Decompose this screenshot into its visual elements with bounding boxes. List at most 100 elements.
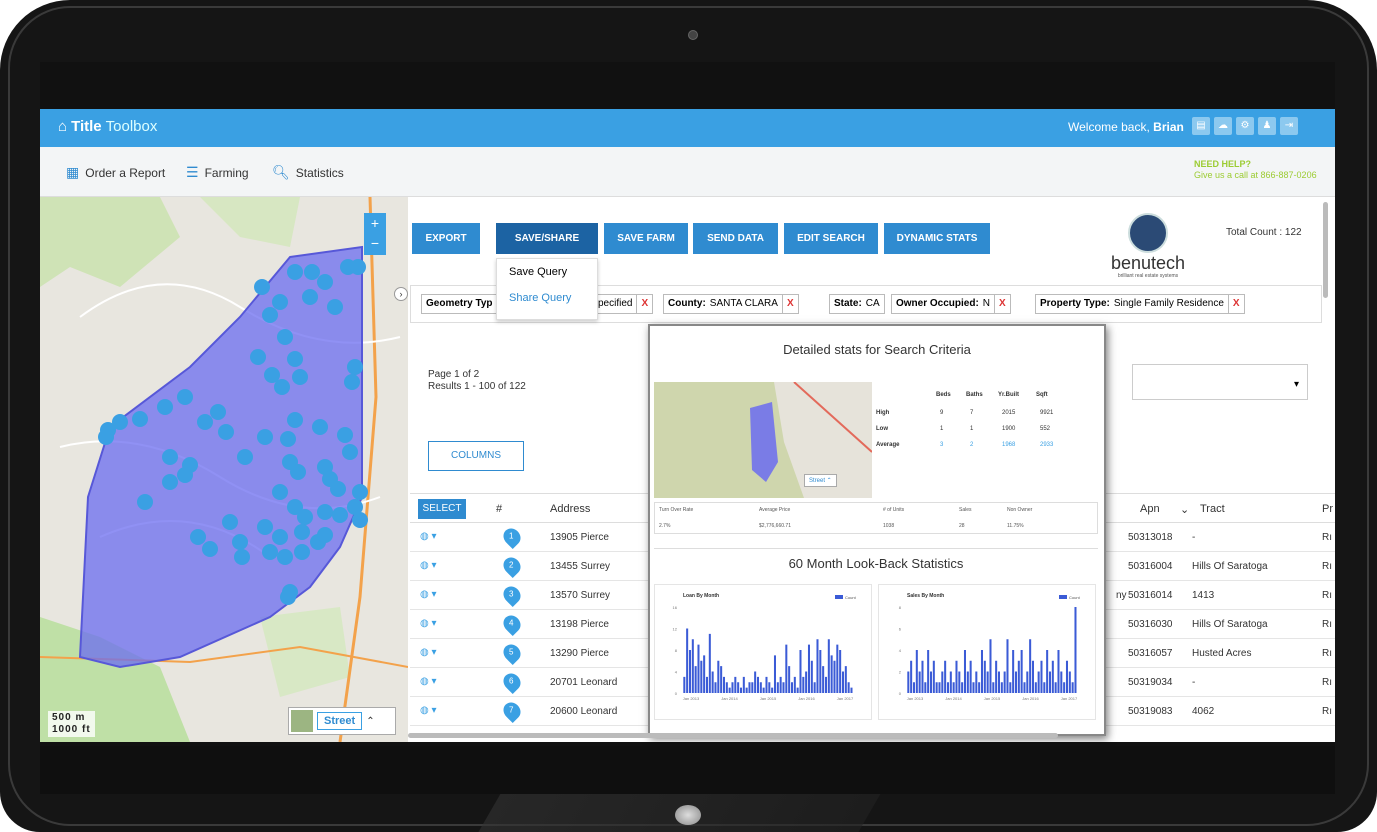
sort-icon[interactable]: ⌄ (1180, 503, 1189, 516)
chart-bar (725, 682, 728, 693)
chart-bar (1029, 639, 1032, 693)
y-tick-label: 4 (675, 670, 678, 675)
col-tract[interactable]: Tract (1200, 503, 1225, 515)
street-label[interactable]: Street (317, 712, 363, 730)
collapse-map-icon[interactable]: › (394, 287, 408, 301)
dynamic-stats-button[interactable]: DYNAMIC STATS (884, 223, 990, 254)
chart-bar (929, 671, 932, 693)
share-query-item[interactable]: Share Query (497, 285, 597, 311)
remove-filter-icon[interactable]: X (1227, 295, 1240, 313)
minimap-street-switch[interactable]: Street ⌃ (804, 474, 837, 487)
stats-row-label: Low (876, 426, 888, 432)
row-number: 3 (509, 589, 514, 599)
zoom-out-button[interactable]: − (364, 233, 386, 253)
map-canvas[interactable] (40, 197, 408, 742)
map-pin-icon[interactable]: 4 (499, 611, 525, 637)
map-pin-icon[interactable]: 1 (499, 524, 525, 550)
col-apn[interactable]: Apn (1140, 503, 1160, 515)
chevron-up-icon[interactable]: ⌃ (366, 716, 374, 727)
nav-order-report[interactable]: ▦ Order a Report (66, 164, 165, 181)
columns-button[interactable]: COLUMNS (428, 441, 524, 471)
cell-tract: 1413 (1192, 590, 1215, 601)
vertical-scrollbar[interactable] (1323, 202, 1328, 298)
col-number[interactable]: # (496, 503, 502, 515)
help-title: NEED HELP? (1194, 159, 1252, 169)
cell-address: 20600 Leonard (550, 706, 618, 717)
chart-bar (799, 650, 802, 693)
chart-bar (833, 660, 836, 693)
cell-tract: Hills Of Saratoga (1192, 561, 1268, 572)
nav-statistics[interactable]: 🔍︎ Statistics (272, 164, 344, 181)
cell-property: Rı (1322, 532, 1332, 543)
row-globe-icon[interactable]: ◍ ▾ (420, 531, 437, 542)
stats-value: 1 (940, 426, 944, 432)
save-query-item[interactable]: Save Query (497, 259, 597, 285)
zoom-control[interactable]: + − (364, 213, 386, 255)
chart-bar (938, 682, 941, 693)
remove-filter-icon[interactable]: X (994, 295, 1006, 313)
chart-bar (997, 671, 1000, 693)
remove-filter-icon[interactable]: X (781, 295, 794, 313)
chart-bar (1065, 660, 1068, 693)
filter-label: Owner Occupied: (896, 298, 979, 309)
cloud-icon[interactable]: ☁ (1214, 117, 1232, 135)
basemap-switcher[interactable]: Street ⌃ (288, 707, 396, 735)
nav-farming[interactable]: ☰ Farming (186, 164, 249, 181)
map-pin-icon[interactable]: 7 (499, 698, 525, 724)
chart-bar (700, 660, 703, 693)
row-globe-icon[interactable]: ◍ ▾ (420, 705, 437, 716)
row-globe-icon[interactable]: ◍ ▾ (420, 618, 437, 629)
document-icon[interactable]: ▤ (1192, 117, 1210, 135)
cell-property: Rı (1322, 619, 1332, 630)
chart-bar (836, 644, 839, 693)
pagination-info: Page 1 of 2 Results 1 - 100 of 122 (428, 369, 526, 393)
row-globe-icon[interactable]: ◍ ▾ (420, 560, 437, 571)
help-text: Give us a call at 866-887-0206 (1194, 170, 1317, 180)
gear-icon[interactable]: ⚙ (1236, 117, 1254, 135)
map-pin-icon[interactable]: 2 (499, 553, 525, 579)
chart-bar (759, 682, 762, 693)
cell-address: 13198 Pierce (550, 619, 609, 630)
chart-bar (1000, 682, 1003, 693)
row-globe-icon[interactable]: ◍ ▾ (420, 589, 437, 600)
col-property[interactable]: Pr (1322, 503, 1333, 515)
stats-header: Beds (936, 392, 951, 398)
minimap-canvas (654, 382, 872, 498)
scale-feet: 1000 ft (52, 724, 91, 735)
edit-search-button[interactable]: EDIT SEARCH (784, 223, 878, 254)
chart-bar (765, 676, 768, 693)
dropdown-select[interactable]: ▾ (1132, 364, 1308, 400)
select-dropdown-button[interactable]: SELECT (418, 499, 466, 519)
user-icon[interactable]: ♟ (1258, 117, 1276, 135)
chart-bar (737, 682, 740, 693)
map-pin-icon[interactable]: 5 (499, 640, 525, 666)
chart-bar (850, 687, 853, 693)
remove-filter-icon[interactable]: X (636, 295, 648, 313)
filter-state: State: CA (829, 294, 885, 314)
send-data-button[interactable]: SEND DATA (693, 223, 778, 254)
app-logo[interactable]: ⌂ Title Toolbox (58, 118, 157, 135)
map-pin-icon[interactable]: 3 (499, 582, 525, 608)
zoom-in-button[interactable]: + (364, 213, 386, 233)
filter-geometry: Geometry Typ (421, 294, 507, 314)
save-farm-button[interactable]: SAVE FARM (604, 223, 688, 254)
summary-value: $2,776,660.71 (759, 523, 791, 529)
col-address[interactable]: Address (550, 503, 590, 515)
save-share-button[interactable]: SAVE/SHARE (496, 223, 598, 254)
tablet-frame: ⌂ Title Toolbox Welcome back, Brian ▤ ☁ ⚙… (0, 0, 1377, 832)
cell-address: 20701 Leonard (550, 677, 618, 688)
row-globe-icon[interactable]: ◍ ▾ (420, 676, 437, 687)
home-icon: ⌂ (58, 118, 68, 135)
stats-modal: Detailed stats for Search Criteria Stree… (648, 324, 1106, 736)
export-button[interactable]: EXPORT (412, 223, 480, 254)
map-pin-icon[interactable]: 6 (499, 669, 525, 695)
chart-bar (830, 655, 833, 693)
horizontal-scrollbar[interactable] (408, 733, 1058, 738)
row-globe-icon[interactable]: ◍ ▾ (420, 647, 437, 658)
map-panel[interactable]: + − › 500 m 1000 ft Street ⌃ (40, 197, 408, 742)
nav-label: Order a Report (85, 165, 166, 180)
filter-label: Property Type: (1040, 298, 1110, 309)
stats-value: 2 (970, 442, 974, 448)
logout-icon[interactable]: ⇥ (1280, 117, 1298, 135)
chart-bar (793, 676, 796, 693)
